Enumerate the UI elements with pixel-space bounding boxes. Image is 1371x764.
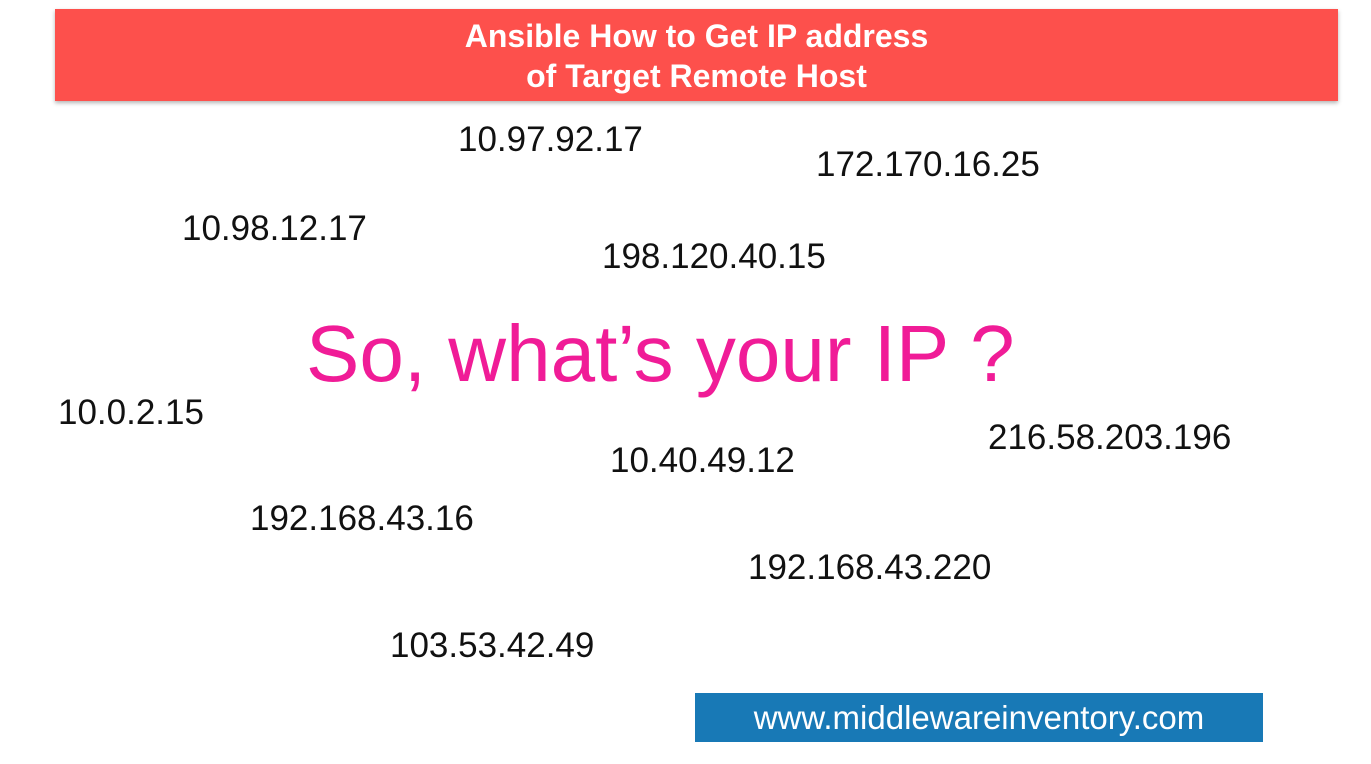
website-url: www.middlewareinventory.com (753, 699, 1205, 736)
ip-address: 10.97.92.17 (458, 120, 643, 159)
ip-address: 103.53.42.49 (390, 626, 595, 665)
headline: So, what’s your IP ? (306, 309, 1015, 398)
ip-address: 172.170.16.25 (816, 145, 1040, 184)
ip-address: 10.0.2.15 (58, 393, 204, 432)
ip-address: 10.98.12.17 (182, 209, 367, 248)
website-url-badge: www.middlewareinventory.com (695, 693, 1263, 742)
ip-address: 216.58.203.196 (988, 418, 1232, 457)
ip-address: 192.168.43.220 (748, 548, 992, 587)
title-line-1: Ansible How to Get IP address (464, 18, 929, 54)
title-banner: Ansible How to Get IP address of Target … (55, 9, 1338, 101)
ip-address: 198.120.40.15 (602, 237, 826, 276)
ip-address: 192.168.43.16 (250, 499, 474, 538)
title-line-2: of Target Remote Host (526, 58, 867, 94)
ip-address: 10.40.49.12 (610, 441, 795, 480)
